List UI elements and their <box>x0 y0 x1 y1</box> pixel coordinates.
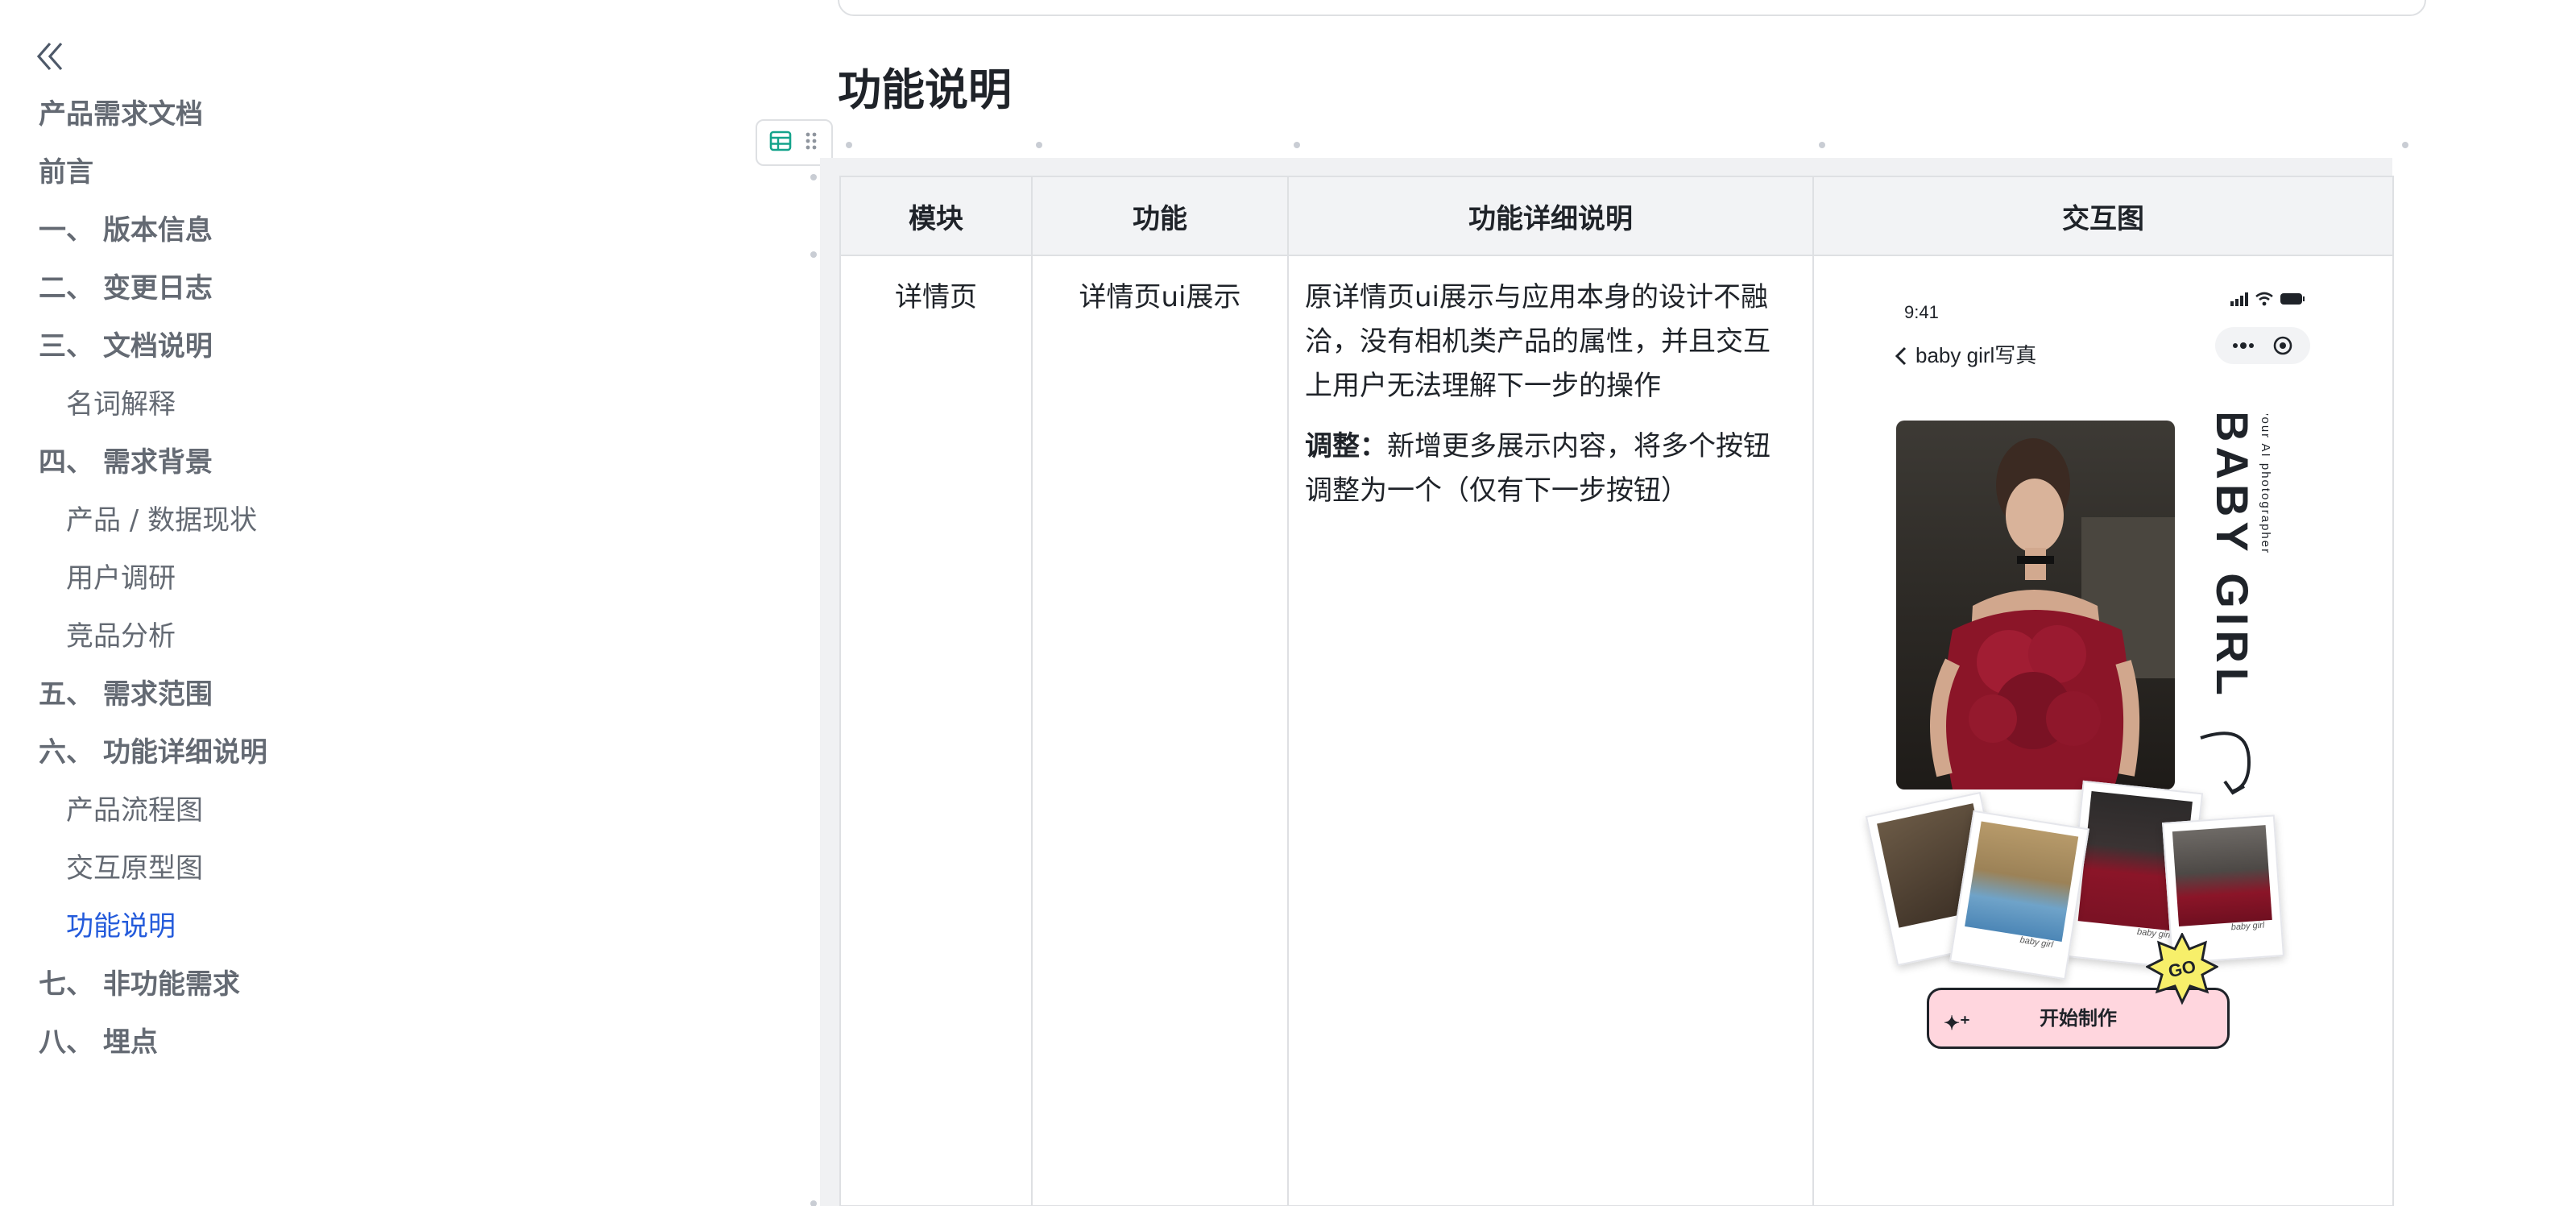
outline-item-data-status[interactable]: 产品 / 数据现状 <box>0 491 564 549</box>
signal-icon <box>2230 292 2248 306</box>
curly-arrow-icon <box>2200 731 2251 795</box>
outline-item-user-research[interactable]: 用户调研 <box>0 549 564 607</box>
cell-interaction-diagram[interactable]: 9:41 baby girl写真 your AI photographer BA… <box>1812 255 2394 1206</box>
phone-mockup-image: 9:41 baby girl写真 your AI photographer BA… <box>1865 271 2321 1076</box>
mock-back-nav: baby girl写真 <box>1895 334 2036 378</box>
header-module[interactable]: 模块 <box>839 176 1033 256</box>
outline-item-flowchart[interactable]: 产品流程图 <box>0 781 564 839</box>
polaroid-caption: baby girl <box>2019 935 2054 951</box>
polaroid-photo: baby girl <box>1949 810 2089 980</box>
section-heading: 功能说明 <box>838 64 1012 115</box>
outline-item-preface[interactable]: 前言 <box>0 143 564 201</box>
outline-item-prd[interactable]: 产品需求文档 <box>0 85 564 143</box>
mock-page-title: baby girl写真 <box>1915 343 2037 367</box>
brand-subtitle: your AI photographer <box>2259 414 2272 554</box>
hero-portrait-photo <box>1896 421 2175 789</box>
brand-title: BABY GIRL <box>2207 414 2258 700</box>
row-resize-dot[interactable] <box>810 174 817 180</box>
outline-item-nonfunctional[interactable]: 七、 非功能需求 <box>0 955 564 1013</box>
table-row-rail[interactable] <box>820 158 839 1206</box>
detail-paragraph: 原详情页ui展示与应用本身的设计不融洽，没有相机类产品的属性，并且交互上用户无法… <box>1305 281 1770 402</box>
cell-feature-detail[interactable]: 原详情页ui展示与应用本身的设计不融洽，没有相机类产品的属性，并且交互上用户无法… <box>1287 255 1814 1206</box>
more-dots-icon <box>2233 342 2255 349</box>
outline-item-version-info[interactable]: 一、 版本信息 <box>0 201 564 259</box>
brand-title-vertical: your AI photographer BABY GIRL <box>2207 414 2272 700</box>
outline-item-changelog[interactable]: 二、 变更日志 <box>0 259 564 317</box>
outline-item-tracking[interactable]: 八、 埋点 <box>0 1013 564 1071</box>
status-icons <box>2230 290 2305 308</box>
outline-item-feature-spec[interactable]: 功能说明 <box>0 897 564 955</box>
header-interaction-diagram[interactable]: 交互图 <box>1812 176 2394 256</box>
column-resize-dot[interactable] <box>846 142 852 148</box>
adjustment-paragraph: 调整：新增更多展示内容，将多个按钮调整为一个（仅有下一步按钮） <box>1305 425 1796 513</box>
row-resize-dot[interactable] <box>810 251 817 258</box>
battery-icon <box>2280 293 2305 305</box>
sparkle-icon: ✦⁺ <box>1944 1013 1970 1034</box>
document-outline-sidebar: 产品需求文档 前言 一、 版本信息 二、 变更日志 三、 文档说明 名词解释 四… <box>0 0 564 1206</box>
outline-item-scope[interactable]: 五、 需求范围 <box>0 665 564 723</box>
header-feature[interactable]: 功能 <box>1031 176 1289 256</box>
table-header-row: 模块 功能 功能详细说明 交互图 <box>839 176 2394 256</box>
column-resize-dot[interactable] <box>2402 142 2408 148</box>
table-column-strip[interactable] <box>839 158 2392 177</box>
collapse-sidebar-icon[interactable] <box>32 37 71 76</box>
table-row: 详情页 详情页ui展示 原详情页ui展示与应用本身的设计不融洽，没有相机类产品的… <box>839 255 2394 1206</box>
header-feature-detail[interactable]: 功能详细说明 <box>1287 176 1814 256</box>
cell-module[interactable]: 详情页 <box>839 255 1033 1206</box>
mini-program-capsule <box>2215 327 2310 364</box>
column-resize-dot[interactable] <box>1819 142 1825 148</box>
outline-item-competitor-analysis[interactable]: 竞品分析 <box>0 607 564 665</box>
previous-block-card <box>838 0 2426 16</box>
mock-start-button-label: 开始制作 <box>2040 1007 2117 1030</box>
column-resize-dot[interactable] <box>1036 142 1042 148</box>
adjustment-label: 调整： <box>1305 430 1387 462</box>
feature-spec-table: 模块 功能 功能详细说明 交互图 详情页 详情页ui展示 原详情页ui展示与应用… <box>839 176 2394 1206</box>
column-resize-dot[interactable] <box>1294 142 1300 148</box>
back-chevron-icon <box>1895 346 1907 365</box>
row-resize-dot[interactable] <box>810 1200 817 1206</box>
outline-item-background[interactable]: 四、 需求背景 <box>0 433 564 491</box>
close-target-icon <box>2273 336 2292 355</box>
outline-item-prototype[interactable]: 交互原型图 <box>0 839 564 897</box>
polaroid-caption: baby girl <box>2230 920 2265 933</box>
status-time: 9:41 <box>1904 302 1939 322</box>
outline-list: 产品需求文档 前言 一、 版本信息 二、 变更日志 三、 文档说明 名词解释 四… <box>0 85 564 1071</box>
wifi-icon <box>2255 292 2273 306</box>
drag-handle-icon[interactable] <box>803 130 819 155</box>
outline-item-doc-notes[interactable]: 三、 文档说明 <box>0 317 564 375</box>
cell-feature[interactable]: 详情页ui展示 <box>1031 255 1289 1206</box>
outline-item-glossary[interactable]: 名词解释 <box>0 375 564 433</box>
outline-item-feature-details[interactable]: 六、 功能详细说明 <box>0 723 564 781</box>
table-icon <box>769 130 792 155</box>
go-starburst-badge: GO <box>2146 933 2218 1005</box>
